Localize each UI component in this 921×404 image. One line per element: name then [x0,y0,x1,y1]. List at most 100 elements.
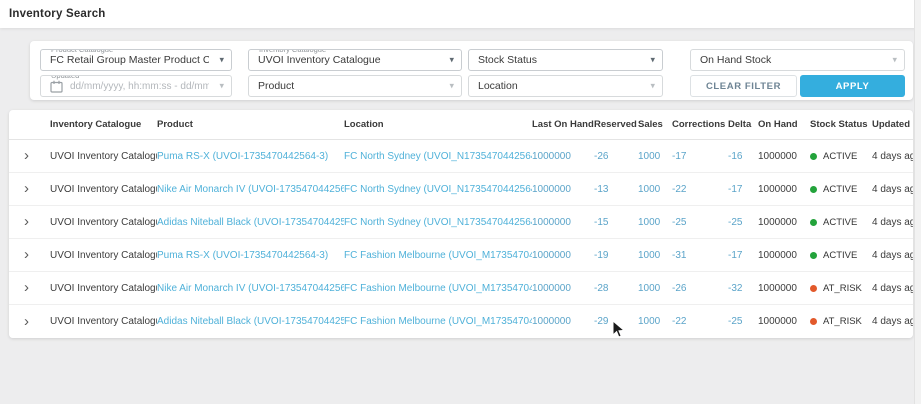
column-header-stock-status: Stock Status [810,119,872,130]
expander-cell: › [9,182,50,196]
cell-reserved: -29 [594,316,638,327]
cell-updated: 4 days ago [872,283,913,294]
column-header-corrections: Corrections [672,119,728,130]
page-title: Inventory Search [9,8,106,20]
expander-cell: › [9,149,50,163]
cell-inventory-catalogue: UVOI Inventory Catalogue [50,184,157,195]
product-catalogue-select[interactable]: Product Catalogue FC Retail Group Master… [40,49,232,71]
column-header-inventory-catalogue: Inventory Catalogue [50,119,157,130]
location-link[interactable]: FC Fashion Melbourne (UVOI_M173547044256… [344,283,532,294]
chevron-down-icon: ▾ [449,81,454,92]
cell-inventory-catalogue: UVOI Inventory Catalogue [50,316,157,327]
location-select[interactable]: Location ▾ [468,75,663,97]
cell-sales: 1000 [638,217,672,228]
chevron-right-icon[interactable]: › [24,281,29,295]
status-label: ACTIVE [823,184,857,195]
expander-cell: › [9,281,50,295]
product-link[interactable]: Adidas Niteball Black (UVOI-173547044256… [157,217,344,228]
chevron-down-icon: ▾ [219,55,224,66]
product-link[interactable]: Nike Air Monarch IV (UVOI-1735470442564-… [157,283,344,294]
calendar-icon [50,80,63,93]
cell-last-on-hand: 1000000 [532,283,594,294]
product-link[interactable]: Puma RS-X (UVOI-1735470442564-3) [157,250,344,261]
status-label: ACTIVE [823,217,857,228]
status-label: AT_RISK [823,283,862,294]
location-link[interactable]: FC North Sydney (UVOI_N1735470442564) [344,184,532,195]
status-dot-icon [810,219,817,226]
cell-inventory-catalogue: UVOI Inventory Catalogue [50,283,157,294]
cell-last-on-hand: 1000000 [532,184,594,195]
table-row: › UVOI Inventory Catalogue Puma RS-X (UV… [9,239,913,272]
cell-stock-status: ACTIVE [810,217,872,228]
column-header-product: Product [157,119,344,130]
chevron-right-icon[interactable]: › [24,149,29,163]
location-link[interactable]: FC Fashion Melbourne (UVOI_M173547044256… [344,250,532,261]
cell-updated: 4 days ago [872,316,913,327]
product-catalogue-label: Product Catalogue [48,49,116,54]
chevron-right-icon[interactable]: › [24,315,29,329]
product-catalogue-value: FC Retail Group Master Product Catalogue… [50,54,209,66]
cell-corrections: -25 [672,217,728,228]
chevron-down-icon: ▾ [650,55,655,66]
cell-reserved: -15 [594,217,638,228]
inventory-catalogue-select[interactable]: Inventory Catalogue UVOI Inventory Catal… [248,49,462,71]
product-link[interactable]: Adidas Niteball Black (UVOI-173547044256… [157,316,344,327]
cell-sales: 1000 [638,250,672,261]
status-dot-icon [810,285,817,292]
updated-date-range-field[interactable]: Updated ▾ [40,75,232,97]
status-dot-icon [810,318,817,325]
cell-last-on-hand: 1000000 [532,250,594,261]
on-hand-stock-select[interactable]: On Hand Stock ▾ [690,49,905,71]
table-body: › UVOI Inventory Catalogue Puma RS-X (UV… [9,140,913,338]
chevron-right-icon[interactable]: › [24,248,29,262]
cell-reserved: -13 [594,184,638,195]
table-row: › UVOI Inventory Catalogue Puma RS-X (UV… [9,140,913,173]
stock-status-value: Stock Status [478,54,537,66]
chevron-down-icon: ▾ [650,81,655,92]
cell-last-on-hand: 1000000 [532,151,594,162]
status-dot-icon [810,153,817,160]
clear-filter-button[interactable]: CLEAR FILTER [690,75,797,97]
cell-delta: -25 [728,217,758,228]
cell-stock-status: AT_RISK [810,316,872,327]
cell-on-hand: 1000000 [758,250,810,261]
table-row: › UVOI Inventory Catalogue Nike Air Mona… [9,272,913,305]
stock-status-select[interactable]: Stock Status ▾ [468,49,663,71]
cell-reserved: -28 [594,283,638,294]
status-label: ACTIVE [823,151,857,162]
chevron-down-icon: ▾ [449,55,454,66]
updated-date-range-input[interactable] [70,81,209,92]
chevron-right-icon[interactable]: › [24,215,29,229]
column-header-delta: Delta [728,119,758,130]
cell-delta: -25 [728,316,758,327]
product-link[interactable]: Puma RS-X (UVOI-1735470442564-3) [157,151,344,162]
cell-corrections: -22 [672,184,728,195]
expander-cell: › [9,248,50,262]
location-link[interactable]: FC North Sydney (UVOI_N1735470442564) [344,151,532,162]
expander-cell: › [9,315,50,329]
table-row: › UVOI Inventory Catalogue Adidas Niteba… [9,305,913,338]
cell-reserved: -26 [594,151,638,162]
cell-delta: -17 [728,250,758,261]
cell-sales: 1000 [638,316,672,327]
cell-updated: 4 days ago [872,250,913,261]
apply-button[interactable]: APPLY [800,75,905,97]
cell-reserved: -19 [594,250,638,261]
chevron-right-icon[interactable]: › [24,182,29,196]
inventory-search-page: Inventory Search Product Catalogue FC Re… [0,0,921,404]
product-select[interactable]: Product ▾ [248,75,462,97]
cell-delta: -17 [728,184,758,195]
inventory-table: Inventory CatalogueProductLocationLast O… [9,110,913,338]
location-link[interactable]: FC North Sydney (UVOI_N1735470442564) [344,217,532,228]
status-label: AT_RISK [823,316,862,327]
product-link[interactable]: Nike Air Monarch IV (UVOI-1735470442564-… [157,184,344,195]
cell-stock-status: AT_RISK [810,283,872,294]
table-row: › UVOI Inventory Catalogue Adidas Niteba… [9,206,913,239]
location-link[interactable]: FC Fashion Melbourne (UVOI_M173547044256… [344,316,532,327]
status-dot-icon [810,252,817,259]
vertical-scrollbar[interactable] [914,0,921,404]
cell-corrections: -22 [672,316,728,327]
cell-updated: 4 days ago [872,217,913,228]
location-value: Location [478,80,518,92]
expander-cell: › [9,215,50,229]
